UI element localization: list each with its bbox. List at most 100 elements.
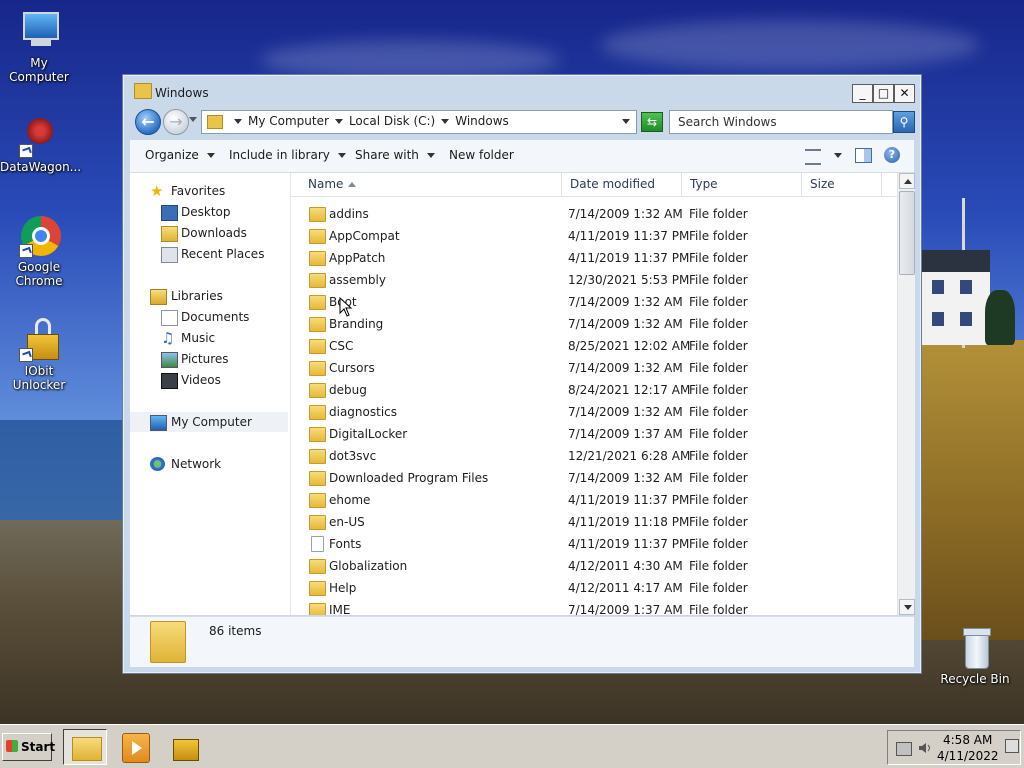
table-row[interactable]: CSC 8/25/2021 12:02 AM File folder — [291, 335, 897, 357]
back-button[interactable]: ← — [135, 109, 161, 135]
table-row[interactable]: addins 7/14/2009 1:32 AM File folder — [291, 203, 897, 225]
file-date-modified: 4/11/2019 11:37 PM — [568, 493, 690, 507]
column-header-type[interactable]: Type — [682, 173, 802, 196]
nav-item-pictures[interactable]: Pictures — [130, 349, 288, 369]
views-dropdown[interactable] — [834, 153, 842, 158]
share-with-button[interactable]: Share with — [355, 148, 435, 162]
nav-item-my-computer[interactable]: My Computer — [130, 412, 288, 432]
clock-time[interactable]: 4:58 AM — [943, 733, 992, 747]
unlocker-icon — [173, 739, 199, 761]
search-input[interactable]: Search Windows — [669, 110, 893, 134]
nav-item-documents[interactable]: Documents — [130, 307, 288, 327]
table-row[interactable]: assembly 12/30/2021 5:53 PM File folder — [291, 269, 897, 291]
table-row[interactable]: Downloaded Program Files 7/14/2009 1:32 A… — [291, 467, 897, 489]
address-history-dropdown[interactable] — [622, 119, 630, 124]
refresh-button[interactable]: ⇆ — [641, 112, 663, 132]
desktop-icon-iobit-unlocker[interactable]: IObit Unlocker — [0, 318, 78, 392]
scroll-thumb[interactable] — [899, 191, 915, 275]
table-row[interactable]: Boot7/14/2009 1:32 AMFile folder — [291, 291, 897, 313]
nav-item-network[interactable]: Network — [130, 454, 288, 474]
table-row[interactable]: Cursors 7/14/2009 1:32 AM File folder — [291, 357, 897, 379]
nav-item-music[interactable]: ♫ Music — [130, 328, 288, 348]
view-details-icon[interactable] — [805, 149, 821, 165]
column-header-name[interactable]: Name — [300, 173, 562, 196]
file-date-modified: 8/25/2021 12:02 AM — [568, 339, 691, 353]
table-row[interactable]: diagnostics 7/14/2009 1:32 AM File folder — [291, 401, 897, 423]
item-count: 86 items — [209, 624, 262, 638]
file-date-modified: 4/12/2011 4:17 AM — [568, 581, 683, 595]
nav-item-desktop[interactable]: Desktop — [130, 202, 288, 222]
forward-button[interactable]: → — [163, 109, 189, 135]
file-date-modified: 7/14/2009 1:32 AM — [568, 317, 683, 331]
breadcrumb-windows[interactable]: Windows — [455, 114, 509, 128]
nav-item-downloads[interactable]: Downloads — [130, 223, 288, 243]
minimize-button[interactable]: _ — [852, 84, 873, 103]
clock-date[interactable]: 4/11/2022 — [937, 749, 999, 763]
scroll-down-button[interactable] — [899, 599, 915, 615]
table-row[interactable]: Branding 7/14/2009 1:32 AM File folder — [291, 313, 897, 335]
desktop-icon-google-chrome[interactable]: Google Chrome — [0, 214, 78, 288]
vertical-scrollbar[interactable] — [897, 173, 915, 615]
nav-item-videos[interactable]: Videos — [130, 370, 288, 390]
table-row[interactable]: Help 4/12/2011 4:17 AM File folder — [291, 577, 897, 599]
nav-item-libraries[interactable]: Libraries — [130, 286, 288, 306]
libraries-icon — [150, 289, 167, 305]
start-button[interactable]: Start — [2, 733, 56, 761]
file-type: File folder — [689, 581, 748, 595]
table-row[interactable]: DigitalLocker 7/14/2009 1:37 AM File folde… — [291, 423, 897, 445]
downloads-folder-icon — [161, 226, 178, 242]
preview-pane-icon[interactable] — [855, 148, 872, 163]
table-row[interactable]: ehome 4/11/2019 11:37 PM File folder — [291, 489, 897, 511]
nav-item-recent-places[interactable]: Recent Places — [130, 244, 288, 264]
table-row[interactable]: IME 7/14/2009 1:37 AM File folder — [291, 599, 897, 615]
taskbar-explorer-button[interactable] — [63, 729, 107, 765]
file-name: AppCompat — [329, 229, 400, 243]
file-name: ehome — [329, 493, 371, 507]
taskbar-media-player-button[interactable] — [114, 729, 158, 765]
taskbar-unlocker-button[interactable] — [163, 729, 207, 765]
chevron-down-icon[interactable] — [441, 118, 450, 124]
organize-button[interactable]: Organize — [145, 148, 215, 162]
table-row[interactable]: AppPatch 4/11/2019 11:37 PM File folder — [291, 247, 897, 269]
table-row[interactable]: AppCompat 4/11/2019 11:37 PM File folder — [291, 225, 897, 247]
table-row[interactable]: Globalization 4/12/2011 4:30 AM File folde… — [291, 555, 897, 577]
file-name: CSC — [329, 339, 354, 353]
chevron-down-icon[interactable] — [234, 118, 242, 124]
table-row[interactable]: debug 8/24/2021 12:17 AM File folder — [291, 379, 897, 401]
breadcrumb-my-computer[interactable]: My Computer — [248, 114, 329, 128]
table-row[interactable]: en-US 4/11/2019 11:18 PM File folder — [291, 511, 897, 533]
file-rows: addins 7/14/2009 1:32 AM File folder AppCom… — [291, 203, 897, 615]
title-bar[interactable]: Windows _ □ ✕ — [123, 75, 921, 107]
desktop-icon-recycle-bin[interactable]: Recycle Bin — [936, 626, 1014, 686]
file-date-modified: 4/11/2019 11:37 PM — [568, 537, 690, 551]
include-in-library-button[interactable]: Include in library — [229, 148, 346, 162]
file-date-modified: 7/14/2009 1:32 AM — [568, 361, 683, 375]
nav-item-label: Network — [171, 457, 222, 471]
show-desktop-icon[interactable] — [1005, 739, 1019, 753]
nav-item-favorites[interactable]: ★ Favorites — [130, 181, 288, 201]
network-tray-icon[interactable] — [896, 742, 912, 756]
desktop-icon-datawagon[interactable]: DataWagon... — [0, 114, 81, 174]
navigation-row: ← → My Computer Local Disk (C:) Windows ⇆ … — [131, 108, 915, 136]
file-name: Help — [329, 581, 357, 595]
maximize-button[interactable]: □ — [873, 84, 894, 103]
start-label: Start — [21, 740, 56, 754]
desktop-icon-my-computer[interactable]: My Computer — [0, 10, 78, 84]
column-header-date[interactable]: Date modified — [562, 173, 682, 196]
file-date-modified: 4/11/2019 11:18 PM — [568, 515, 690, 529]
star-icon: ★ — [150, 182, 164, 200]
file-date-modified: 8/24/2021 12:17 AM — [568, 383, 691, 397]
new-folder-button[interactable]: New folder — [449, 148, 514, 162]
volume-icon[interactable] — [918, 742, 932, 754]
close-button[interactable]: ✕ — [894, 84, 915, 103]
table-row[interactable]: dot3svc 12/21/2021 6:28 AM File folder — [291, 445, 897, 467]
scroll-up-button[interactable] — [899, 173, 915, 189]
chevron-down-icon[interactable] — [334, 118, 343, 124]
help-icon[interactable]: ? — [884, 147, 900, 163]
search-icon[interactable]: ⚲ — [893, 111, 915, 133]
column-header-size[interactable]: Size — [802, 173, 882, 196]
breadcrumb-local-disk[interactable]: Local Disk (C:) — [349, 114, 435, 128]
address-bar[interactable]: My Computer Local Disk (C:) Windows — [201, 110, 637, 134]
recent-pages-dropdown[interactable] — [189, 117, 197, 122]
table-row[interactable]: Fonts 4/11/2019 11:37 PM File folder — [291, 533, 897, 555]
